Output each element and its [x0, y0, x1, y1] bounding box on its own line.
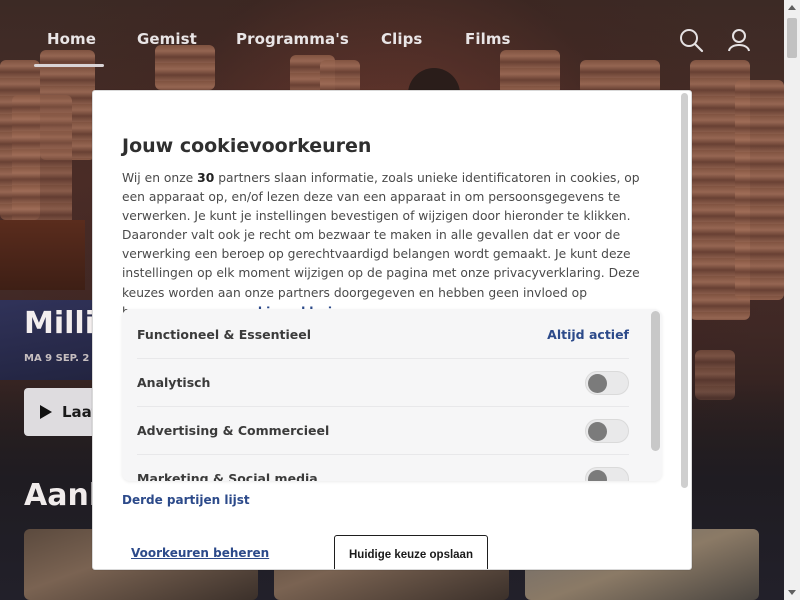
scroll-down-icon[interactable] [788, 590, 796, 595]
page-scrollbar[interactable] [784, 0, 800, 600]
pref-label: Advertising & Commercieel [137, 423, 330, 438]
dialog-description: Wij en onze 30 partners slaan informatie… [122, 169, 662, 322]
hero-date: MA 9 SEP. 2 [24, 353, 90, 364]
pref-row-marketing: Marketing & Social media [137, 455, 629, 481]
active-nav-indicator [34, 64, 104, 67]
pref-label: Analytisch [137, 375, 211, 390]
pref-row-advertising: Advertising & Commercieel [137, 407, 629, 455]
dialog-title: Jouw cookievoorkeuren [122, 135, 372, 157]
third-party-list-link[interactable]: Derde partijen lijst [122, 493, 250, 507]
pref-row-analytics: Analytisch [137, 359, 629, 407]
manage-preferences-link[interactable]: Voorkeuren beheren [131, 546, 269, 560]
nav-item-programmas[interactable]: Programma's [236, 30, 349, 48]
cookie-consent-dialog: Jouw cookievoorkeuren Wij en onze 30 par… [92, 90, 692, 570]
marketing-toggle[interactable] [585, 466, 629, 481]
page-scrollbar-thumb[interactable] [787, 18, 797, 58]
preferences-panel: Functioneel & Essentieel Altijd actief A… [122, 309, 662, 481]
top-navigation: Home Gemist Programma's Clips Films [0, 0, 784, 80]
advertising-toggle[interactable] [585, 418, 629, 443]
always-active-label: Altijd actief [547, 327, 629, 342]
nav-item-films[interactable]: Films [465, 30, 511, 48]
nav-item-clips[interactable]: Clips [381, 30, 422, 48]
nav-item-gemist[interactable]: Gemist [137, 30, 197, 48]
user-icon[interactable] [726, 27, 752, 53]
nav-item-home[interactable]: Home [47, 30, 96, 48]
search-icon[interactable] [678, 27, 704, 53]
scroll-up-icon[interactable] [788, 5, 796, 10]
pref-label: Functioneel & Essentieel [137, 327, 312, 342]
analytics-toggle[interactable] [585, 370, 629, 395]
pref-label: Marketing & Social media [137, 471, 318, 481]
dialog-scrollbar[interactable] [681, 93, 688, 488]
pref-row-functional: Functioneel & Essentieel Altijd actief [137, 311, 629, 359]
play-icon [40, 405, 52, 419]
save-choice-button[interactable]: Huidige keuze opslaan [334, 535, 488, 569]
preferences-scrollbar[interactable] [651, 311, 660, 451]
